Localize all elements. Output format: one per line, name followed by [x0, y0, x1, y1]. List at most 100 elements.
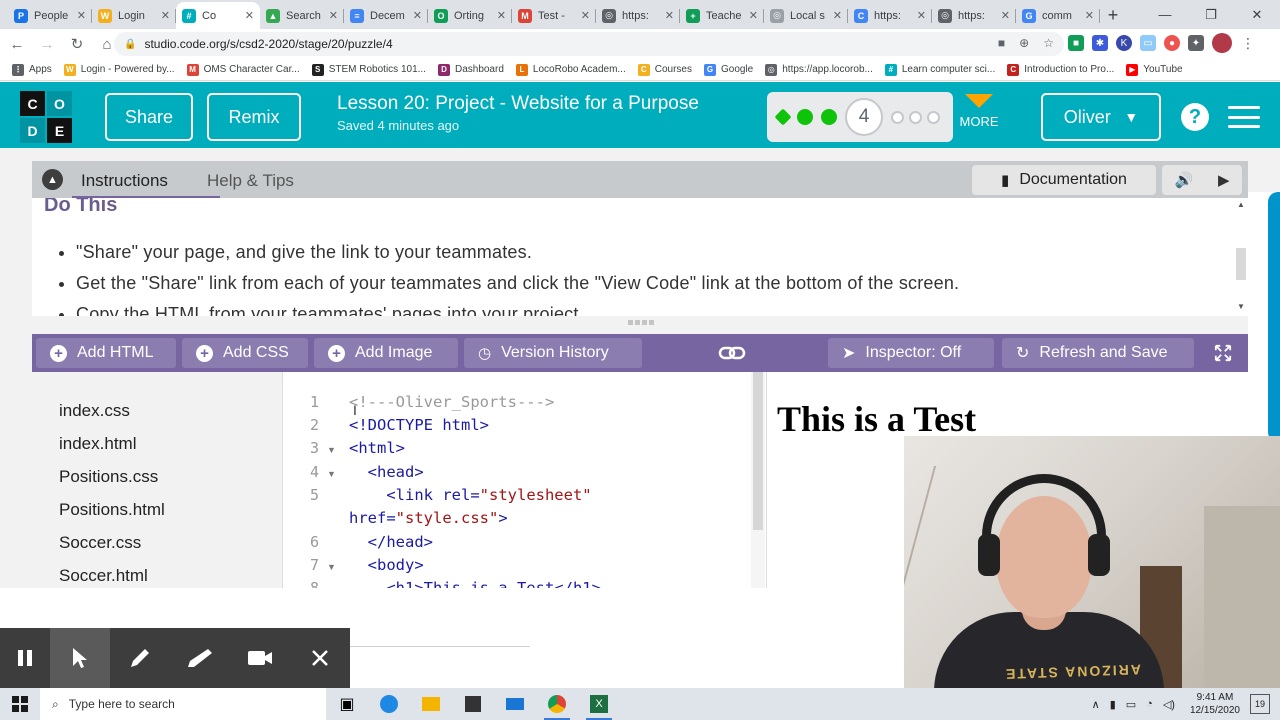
tab-close-icon[interactable]: ✕	[749, 9, 758, 22]
tab-instructions[interactable]: Instructions	[81, 171, 168, 191]
user-menu-button[interactable]: Oliver ▼	[1041, 93, 1161, 141]
level-1-complete-icon[interactable]	[774, 108, 792, 126]
side-handle[interactable]	[1268, 192, 1280, 442]
add-html-button[interactable]: + Add HTML	[36, 338, 176, 368]
profile-avatar[interactable]	[1212, 33, 1232, 53]
battery-icon[interactable]: ▭	[1126, 698, 1136, 711]
extension-icon[interactable]: ●	[1164, 35, 1180, 51]
level-7-bubble[interactable]	[927, 110, 940, 124]
camera-icon[interactable]: ■	[998, 36, 1005, 50]
instructions-scrollbar[interactable]: ▲ ▼	[1234, 198, 1248, 316]
browser-tab[interactable]: ◎ https: ✕	[932, 2, 1016, 29]
tab-close-icon[interactable]: ✕	[413, 9, 422, 22]
tab-close-icon[interactable]: ✕	[917, 9, 926, 22]
link-icon[interactable]	[718, 344, 746, 362]
bookmark-item[interactable]: G Google	[703, 63, 753, 76]
refresh-and-save-button[interactable]: ↻ Refresh and Save	[1002, 338, 1194, 368]
browser-tab[interactable]: # Co ✕	[176, 2, 260, 29]
fold-arrow-icon[interactable]: ▼	[327, 469, 336, 479]
code-editor[interactable]: 1 2 3 ▼ 4 ▼ 5 6 7 ▼ 8 <!---Oliver_Sports…	[282, 372, 766, 588]
bookmark-item[interactable]: ◎ https://app.locorob...	[765, 63, 873, 76]
extension-icon[interactable]: ✱	[1092, 35, 1108, 51]
bookmark-item[interactable]: S STEM Robotics 101...	[311, 63, 426, 76]
inspector-toggle-button[interactable]: ➤ Inspector: Off	[828, 338, 994, 368]
chrome-icon[interactable]	[536, 688, 578, 720]
browser-tab[interactable]: O Orting ✕	[428, 2, 512, 29]
task-view-icon[interactable]: ▣	[326, 688, 368, 720]
store-icon[interactable]	[452, 688, 494, 720]
file-item-index-html[interactable]: index.html	[59, 434, 136, 454]
tab-help-tips[interactable]: Help & Tips	[207, 171, 294, 191]
browser-tab[interactable]: P People ✕	[8, 2, 92, 29]
fold-arrow-icon[interactable]: ▼	[327, 445, 336, 455]
new-tab-button[interactable]: +	[1100, 2, 1126, 29]
bookmark-item[interactable]: L LocoRobo Academ...	[515, 63, 626, 76]
scroll-thumb[interactable]	[753, 372, 763, 530]
codeorg-logo[interactable]: C O D E	[20, 91, 72, 143]
bookmark-item[interactable]: M OMS Character Car...	[186, 63, 300, 76]
minimize-icon[interactable]: —	[1142, 0, 1188, 29]
tab-close-icon[interactable]: ✕	[245, 9, 254, 22]
file-item-index-css[interactable]: index.css	[59, 401, 130, 421]
fullscreen-expand-icon[interactable]	[1208, 338, 1238, 368]
tab-close-icon[interactable]: ✕	[581, 9, 590, 22]
more-button[interactable]: MORE	[958, 94, 1000, 129]
bookmark-item[interactable]: ▶ YouTube	[1126, 63, 1183, 76]
level-5-bubble[interactable]	[891, 110, 904, 124]
documentation-button[interactable]: ▮ Documentation	[972, 165, 1156, 195]
level-2-complete-icon[interactable]	[797, 109, 813, 125]
zoom-icon[interactable]: ⊕	[1019, 36, 1029, 50]
tab-close-icon[interactable]: ✕	[497, 9, 506, 22]
remix-button[interactable]: Remix	[207, 93, 301, 141]
close-window-icon[interactable]: ✕	[1234, 0, 1280, 29]
scroll-up-icon[interactable]: ▲	[1237, 200, 1245, 209]
forward-icon[interactable]: →	[34, 31, 60, 57]
play-icon[interactable]: ▶	[1218, 171, 1230, 189]
highlighter-tool-icon[interactable]	[170, 628, 230, 688]
scroll-down-icon[interactable]: ▼	[1237, 302, 1245, 311]
browser-tab[interactable]: + Teache ✕	[680, 2, 764, 29]
level-6-bubble[interactable]	[909, 110, 922, 124]
bookmark-star-icon[interactable]: ☆	[1043, 36, 1054, 50]
bookmark-item[interactable]: ⋮ Apps	[12, 63, 52, 76]
code-scrollbar[interactable]	[751, 372, 765, 588]
current-level-bubble[interactable]: 4	[845, 98, 883, 136]
edge-icon[interactable]	[368, 688, 410, 720]
lesson-title[interactable]: Lesson 20: Project - Website for a Purpo…	[337, 93, 699, 115]
back-icon[interactable]: ←	[4, 31, 30, 57]
panel-resize-handle[interactable]	[628, 320, 654, 326]
windows-start-icon[interactable]	[0, 688, 40, 720]
extension-icon[interactable]: K	[1116, 35, 1132, 51]
tab-close-icon[interactable]: ✕	[665, 9, 674, 22]
share-button[interactable]: Share	[105, 93, 193, 141]
add-css-button[interactable]: + Add CSS	[182, 338, 308, 368]
pen-tool-icon[interactable]	[110, 628, 170, 688]
browser-tab[interactable]: ◎ https: ✕	[596, 2, 680, 29]
pointer-tool-icon[interactable]	[50, 628, 110, 688]
file-item-positions-css[interactable]: Positions.css	[59, 467, 158, 487]
reload-icon[interactable]: ↻	[64, 31, 90, 57]
help-icon[interactable]: ?	[1181, 103, 1209, 131]
tab-close-icon[interactable]: ✕	[1085, 9, 1094, 22]
browser-tab[interactable]: M Test - ✕	[512, 2, 596, 29]
excel-icon[interactable]: X	[578, 688, 620, 720]
level-3-complete-icon[interactable]	[821, 109, 837, 125]
camera-toggle-icon[interactable]	[230, 628, 290, 688]
kebab-menu-icon[interactable]: ⋮	[1240, 35, 1256, 51]
puzzle-icon[interactable]: ✦	[1188, 35, 1204, 51]
file-item-positions-html[interactable]: Positions.html	[59, 500, 165, 520]
tab-close-icon[interactable]: ✕	[833, 9, 842, 22]
tab-close-icon[interactable]: ✕	[329, 9, 338, 22]
clock[interactable]: 9:41 AM 12/15/2020	[1190, 691, 1240, 717]
tab-close-icon[interactable]: ✕	[161, 9, 170, 22]
chevron-up-icon[interactable]: ∧	[1092, 698, 1100, 711]
speaker-icon[interactable]: 🔊	[1174, 171, 1193, 189]
tab-close-icon[interactable]: ✕	[77, 9, 86, 22]
browser-tab[interactable]: ▲ Search ✕	[260, 2, 344, 29]
scroll-thumb[interactable]	[1236, 248, 1246, 280]
bookmark-item[interactable]: C Courses	[637, 63, 692, 76]
add-image-button[interactable]: + Add Image	[314, 338, 458, 368]
bookmark-item[interactable]: W Login - Powered by...	[63, 63, 175, 76]
browser-tab[interactable]: Chttps: ✕	[848, 2, 932, 29]
pause-icon[interactable]	[0, 628, 50, 688]
